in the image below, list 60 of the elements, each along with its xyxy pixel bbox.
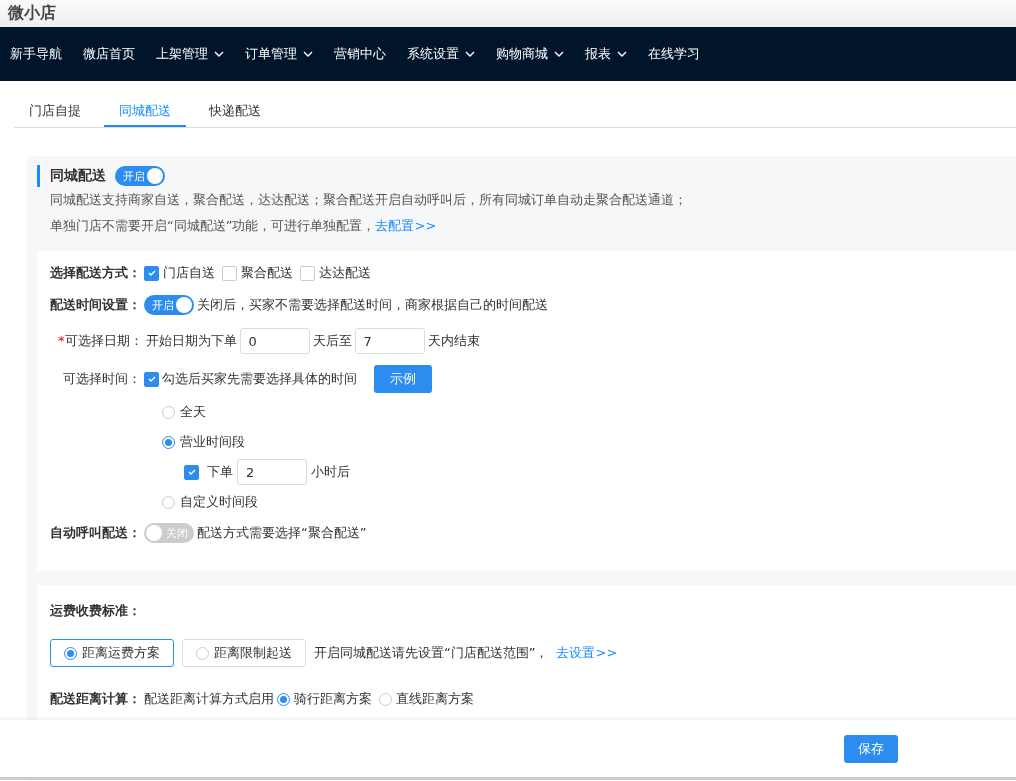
field-label: *可选择日期：	[58, 332, 143, 350]
nav-item[interactable]: 微店首页	[83, 45, 135, 63]
field-label: 运费收费标准：	[50, 602, 141, 620]
field-label: 自动呼叫配送：	[50, 524, 141, 542]
checkbox[interactable]	[300, 265, 315, 281]
hint-text: 开启同城配送请先设置“门店配送范围”，	[314, 644, 549, 662]
hours-input[interactable]: 2	[237, 459, 307, 485]
radio-button[interactable]	[162, 495, 175, 509]
option-label: 门店自送	[163, 264, 215, 282]
field-label: 选择配送方式：	[50, 264, 141, 282]
checkbox[interactable]	[184, 464, 199, 480]
tab[interactable]: 门店自提	[14, 95, 96, 127]
option-label: 直线距离方案	[396, 690, 474, 708]
check-icon	[146, 268, 157, 278]
option-label: 骑行距离方案	[294, 690, 372, 708]
hint-text: 配送方式需要选择“聚合配送”	[197, 524, 367, 542]
description-text: 同城配送支持商家自送，聚合配送，达达配送；聚合配送开启自动呼叫后，所有同城订单自动走聚合配送通道；	[49, 191, 688, 209]
radio-option-button[interactable]: 距离限制起送	[182, 639, 306, 667]
field-text: 天后至	[312, 332, 352, 350]
start-day-input[interactable]: 0	[239, 328, 310, 354]
radio-option-button[interactable]: 距离运费方案	[50, 639, 174, 667]
field-text: 开始日期为下单	[145, 332, 237, 350]
app-title: 微小店	[8, 3, 56, 24]
option-label: 全天	[180, 403, 206, 421]
option-label: 自定义时间段	[180, 493, 258, 511]
nav-item[interactable]: 新手导航	[10, 45, 62, 63]
radio-button[interactable]	[162, 435, 175, 449]
option-label: 聚合配送	[241, 264, 293, 282]
nav-item[interactable]: 系统设置	[407, 45, 475, 63]
option-label: 勾选后买家先需要选择具体的时间	[162, 370, 357, 388]
radio-button[interactable]	[379, 692, 392, 706]
option-label: 营业时间段	[180, 433, 245, 451]
checkbox[interactable]	[144, 265, 159, 281]
nav-item[interactable]: 营销中心	[334, 45, 386, 63]
checkbox[interactable]	[222, 265, 237, 281]
field-label: 配送时间设置：	[50, 296, 141, 314]
nav-item[interactable]: 报表	[585, 45, 627, 63]
section-title: 同城配送	[50, 167, 106, 185]
field-text: 下单	[207, 463, 233, 481]
field-text: 天内结束	[427, 332, 480, 350]
end-day-input[interactable]: 7	[354, 328, 425, 354]
tab[interactable]: 同城配送	[104, 95, 186, 127]
hint-text: 配送距离计算方式启用	[144, 690, 274, 708]
check-icon	[186, 467, 197, 477]
settings-link[interactable]: 去设置>>	[556, 640, 618, 666]
radio-button[interactable]	[277, 692, 290, 706]
check-icon	[146, 374, 157, 384]
description-text: 单独门店不需要开启“同城配送”功能，可进行单独配置，	[50, 217, 376, 235]
field-text: 小时后	[311, 463, 350, 481]
nav-item[interactable]: 订单管理	[245, 45, 313, 63]
checkbox[interactable]	[144, 371, 159, 387]
nav-item[interactable]: 上架管理	[156, 45, 224, 63]
option-label: 达达配送	[319, 264, 371, 282]
nav-item[interactable]: 在线学习	[648, 45, 700, 63]
radio-button[interactable]	[162, 405, 175, 419]
hint-text: 关闭后，买家不需要选择配送时间，商家根据自己的时间配送	[197, 296, 548, 314]
field-label: 配送距离计算：	[50, 690, 141, 708]
nav-item[interactable]: 购物商城	[496, 45, 564, 63]
tab[interactable]: 快递配送	[194, 95, 276, 127]
field-label: 可选择时间：	[63, 370, 141, 388]
